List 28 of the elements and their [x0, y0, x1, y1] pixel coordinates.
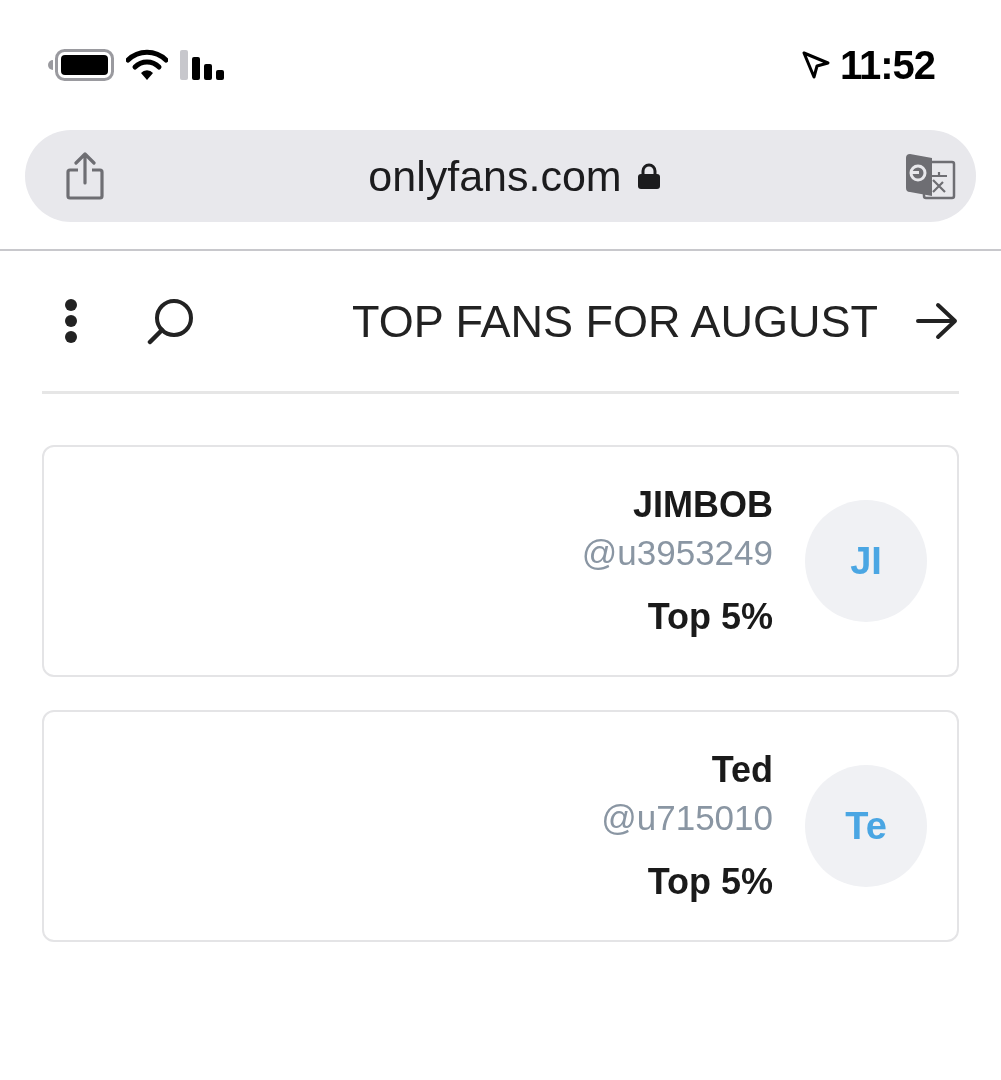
status-time: 11:52 — [839, 45, 935, 85]
address-bar[interactable]: onlyfans.com — [25, 130, 976, 222]
fan-handle: @u715010 — [601, 797, 773, 839]
fan-handle: @u3953249 — [581, 532, 773, 574]
battery-icon — [48, 49, 114, 81]
fan-card[interactable]: JIMBOB @u3953249 Top 5% JI — [42, 445, 959, 677]
fan-name: Ted — [711, 748, 773, 792]
page-title: TOP FANS FOR AUGUST — [352, 298, 878, 344]
more-button[interactable] — [64, 298, 78, 344]
avatar-initials: Te — [805, 765, 927, 887]
menu-dots-icon — [64, 298, 78, 344]
location-arrow-icon — [801, 51, 830, 79]
fan-card[interactable]: Ted @u715010 Top 5% Te — [42, 710, 959, 942]
avatar-initials: JI — [805, 500, 927, 622]
search-icon — [147, 297, 195, 345]
fan-rank: Top 5% — [647, 860, 773, 904]
right-arrow-icon — [916, 302, 958, 340]
signal-icon — [180, 50, 224, 80]
share-icon — [66, 152, 104, 200]
fan-rank: Top 5% — [647, 595, 773, 639]
arrow-button[interactable] — [916, 302, 958, 340]
search-button[interactable] — [147, 297, 195, 345]
url-text: onlyfans.com — [368, 154, 622, 198]
wifi-icon — [126, 49, 168, 81]
translate-button[interactable] — [904, 152, 956, 200]
fan-name: JIMBOB — [633, 483, 773, 527]
share-button[interactable] — [66, 152, 104, 200]
translate-icon — [904, 152, 956, 200]
